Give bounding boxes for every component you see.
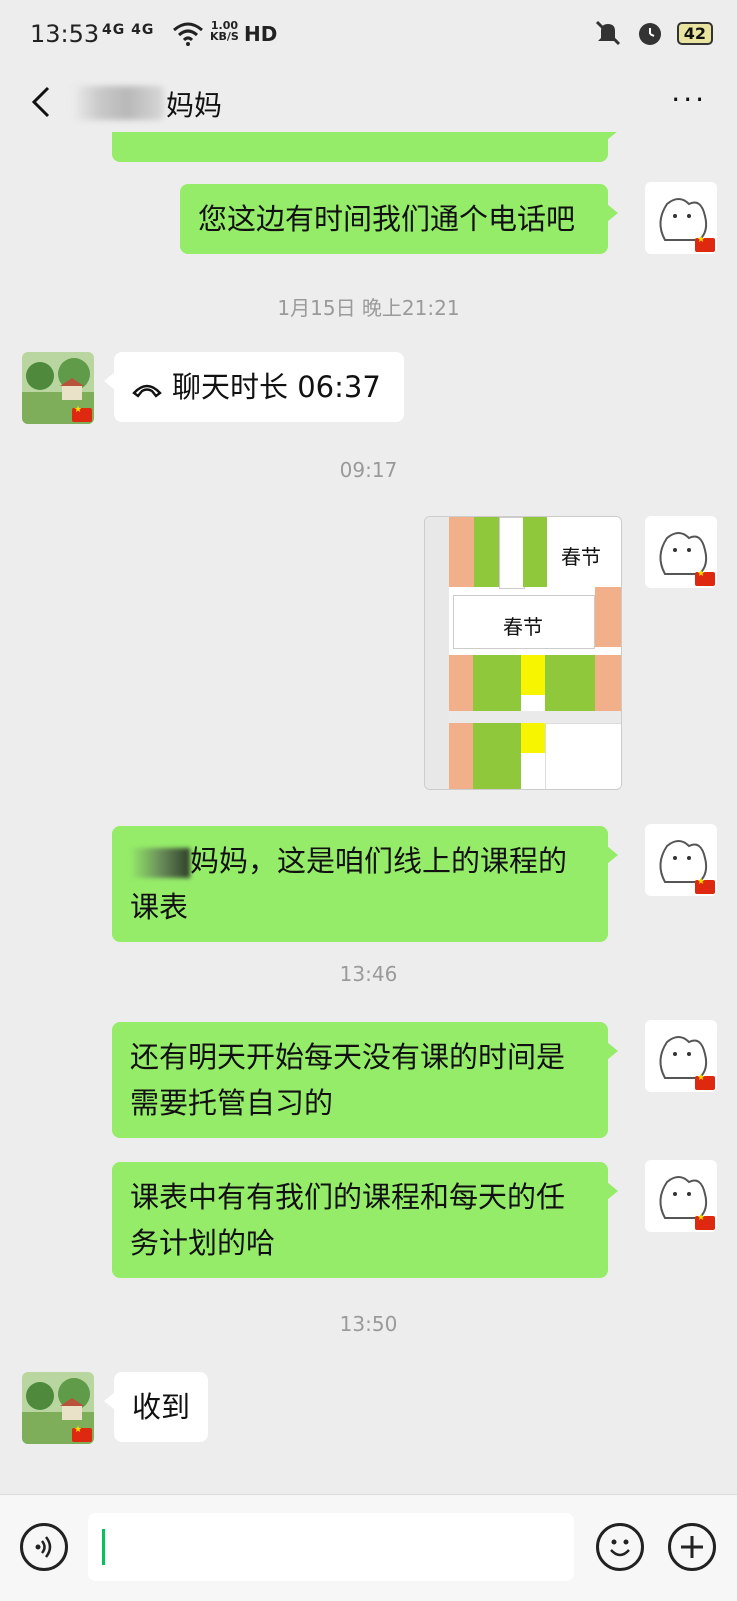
image-label: 春节 [503, 615, 543, 639]
status-bar: 13:53 4G 4G 1.00 KB/S HD 42 [0, 0, 737, 72]
message-text: 您这边有时间我们通个电话吧 [198, 202, 576, 236]
message-text: 还有明天开始每天没有课的时间是 [130, 1040, 566, 1074]
mute-icon [595, 20, 620, 46]
message-bubble[interactable]: 还有明天开始每天没有课的时间是 需要托管自习的 [112, 1022, 618, 1138]
message-list[interactable]: 您这边有时间我们通个电话吧 1月15日 晚上21:21 聊天时长 06:37 0… [0, 132, 737, 1494]
message-text: 收到 [132, 1390, 191, 1424]
call-duration-text: 聊天时长 06:37 [172, 370, 381, 404]
chat-title: 妈妈 [166, 89, 223, 122]
message-text: 务计划的哈 [130, 1226, 276, 1260]
schedule-image[interactable]: 春节 春节 [424, 516, 622, 790]
avatar-contact[interactable] [22, 1372, 94, 1444]
avatar-self[interactable] [645, 516, 717, 588]
emoji-button[interactable] [596, 1523, 644, 1571]
timestamp: 13:50 [339, 1312, 398, 1336]
battery-icon: 42 [676, 21, 713, 45]
flag-icon [695, 569, 715, 586]
wifi-icon [173, 22, 203, 46]
avatar-self[interactable] [645, 1020, 717, 1092]
flag-icon [695, 1213, 715, 1230]
more-options-icon[interactable]: ··· [671, 86, 707, 114]
message-input[interactable] [88, 1513, 574, 1581]
text-cursor [102, 1529, 105, 1565]
avatar-self[interactable] [645, 824, 717, 896]
message-bubble[interactable]: 您这边有时间我们通个电话吧 [180, 184, 618, 254]
timestamp: 13:46 [339, 962, 398, 986]
status-time: 13:53 [30, 20, 100, 48]
network-speed: 1.00 KB/S [210, 19, 239, 43]
voice-input-button[interactable] [20, 1523, 68, 1571]
message-text: 妈妈，这是咱们线上的课程的 [190, 844, 568, 878]
flag-icon [695, 1073, 715, 1090]
redacted-name [130, 848, 190, 878]
flag-icon [72, 1425, 92, 1442]
input-bar [0, 1494, 737, 1601]
message-text: 课表 [130, 890, 189, 924]
flag-icon [695, 877, 715, 894]
message-text: 需要托管自习的 [130, 1086, 334, 1120]
image-label: 春节 [561, 545, 601, 569]
phone-hangup-icon [132, 384, 162, 398]
signal-icon: 4G 4G [102, 22, 155, 38]
call-record-bubble[interactable]: 聊天时长 06:37 [104, 352, 404, 422]
redacted-name [72, 86, 164, 120]
avatar-self[interactable] [645, 1160, 717, 1232]
message-bubble[interactable]: 妈妈，这是咱们线上的课程的 课表 [112, 826, 618, 942]
chat-header: 妈妈 ··· [0, 72, 737, 132]
message-bubble-partial[interactable] [112, 132, 618, 162]
message-text: 课表中有有我们的课程和每天的任 [130, 1180, 566, 1214]
avatar-contact[interactable] [22, 352, 94, 424]
more-actions-button[interactable] [668, 1523, 716, 1571]
avatar-self[interactable] [645, 182, 717, 254]
timestamp: 09:17 [339, 458, 398, 482]
voice-icon [35, 1536, 52, 1558]
timestamp: 1月15日 晚上21:21 [277, 296, 460, 320]
message-bubble[interactable]: 收到 [104, 1372, 208, 1442]
plus-icon [681, 1536, 703, 1558]
hd-indicator: HD [244, 22, 278, 46]
back-icon[interactable] [22, 82, 62, 122]
flag-icon [695, 235, 715, 252]
flag-icon [72, 405, 92, 422]
alarm-icon [638, 23, 661, 45]
message-bubble[interactable]: 课表中有有我们的课程和每天的任 务计划的哈 [112, 1162, 618, 1278]
emoji-icon [610, 1539, 630, 1557]
